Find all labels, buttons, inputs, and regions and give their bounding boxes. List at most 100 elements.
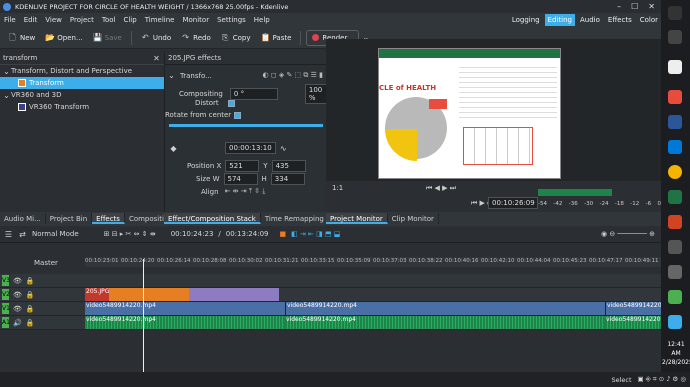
layout-color[interactable]: Color (637, 14, 661, 26)
tab-project-monitor[interactable]: Project Monitor (326, 213, 388, 224)
edge-icon[interactable] (668, 140, 682, 154)
search-icon[interactable] (668, 30, 682, 44)
rotate-checkbox[interactable] (234, 111, 242, 119)
view-tools[interactable]: ◉ ⊖ ─────── ⊕ (601, 230, 661, 238)
tab-time-remapping[interactable]: Time Remapping (261, 213, 329, 224)
image-clip[interactable]: 205.JPG (85, 288, 109, 301)
size-w-field[interactable]: 574 (223, 173, 258, 185)
layout-logging[interactable]: Logging (509, 14, 543, 26)
copy-button[interactable]: ⎘ Copy (217, 30, 255, 45)
track-header-v3[interactable]: V3 👁 🔒 (0, 274, 85, 288)
audio-clip[interactable]: video5489914220.mp4 (85, 316, 285, 329)
status-icons[interactable]: ▣ ⎆ ⌗ ⊙ ♪ ⚙ ◎ (638, 375, 687, 384)
maximize-icon[interactable]: ☐ (631, 2, 638, 11)
clear-icon[interactable]: ✕ (152, 54, 161, 63)
lock-icon[interactable]: 🔒 (26, 305, 35, 313)
video-clip[interactable]: video5489914220.mp4 (605, 302, 661, 315)
effects-search-input[interactable]: transform (3, 54, 152, 62)
track-header-v2[interactable]: V2 👁 🔒 (0, 288, 85, 302)
track-a1[interactable]: video5489914220.mp4 video5489914220.mp4 … (85, 316, 661, 330)
effect-group[interactable]: ⌄ VR360 and 3D (0, 89, 164, 101)
tab-effect-stack[interactable]: Effect/Composition Stack (164, 213, 261, 224)
menu-settings[interactable]: Settings (217, 16, 246, 24)
insert-tools[interactable]: ◧ ⇥ ⇤ ◨ ⬒ ⬓ (291, 230, 340, 238)
color-tool-icon[interactable]: ■ (279, 230, 286, 238)
menu-view[interactable]: View (45, 16, 62, 24)
chrome-icon[interactable] (668, 165, 682, 179)
tab-clip-monitor[interactable]: Clip Monitor (388, 213, 439, 224)
menu-tool[interactable]: Tool (102, 16, 116, 24)
eye-icon[interactable]: 👁 (13, 305, 22, 313)
widgets-icon[interactable] (668, 6, 682, 20)
menu-file[interactable]: File (4, 16, 16, 24)
distort-checkbox[interactable] (227, 99, 235, 107)
tab-effects[interactable]: Effects (92, 213, 125, 224)
select-tool[interactable]: Select (611, 376, 631, 384)
new-button[interactable]: 🗋 New (4, 30, 39, 45)
layout-effects[interactable]: Effects (605, 14, 635, 26)
audio-clip[interactable]: video5489914220.mp4 (605, 316, 661, 329)
position-x-field[interactable]: 521 (225, 160, 260, 172)
keyframe-icon[interactable]: ◆ (169, 144, 178, 153)
track-v3[interactable] (85, 274, 661, 288)
powerpoint-icon[interactable] (668, 215, 682, 229)
timeline-playhead[interactable] (143, 259, 144, 372)
size-h-field[interactable]: 334 (270, 173, 305, 185)
save-button[interactable]: 💾 Save (89, 30, 126, 45)
effect-item[interactable]: VR360 Transform (0, 101, 164, 113)
app-icon[interactable] (668, 240, 682, 254)
excel-icon[interactable] (668, 190, 682, 204)
lock-icon[interactable]: 🔒 (26, 319, 35, 327)
track-header-a1[interactable]: A1 🔊 🔒 (0, 316, 85, 330)
effect-item[interactable]: Transform (0, 77, 164, 89)
system-clock[interactable]: 12:41 AM 2/28/2025 (662, 340, 690, 367)
redo-button[interactable]: ↷ Redo (177, 30, 215, 45)
curve-icon[interactable]: ∿ (279, 144, 288, 153)
track-v1[interactable]: video5489914220.mp4 video5489914220.mp4 … (85, 302, 661, 316)
menu-project[interactable]: Project (70, 16, 94, 24)
app-icon[interactable] (668, 315, 682, 329)
lock-icon[interactable]: 🔒 (26, 277, 35, 285)
video-clip[interactable]: video5489914220.mp4 (285, 302, 605, 315)
menu-timeline[interactable]: Timeline (145, 16, 175, 24)
compositing-field[interactable]: 0 ° (229, 88, 278, 100)
tracks-menu-icon[interactable]: ☰ (4, 230, 13, 239)
tab-audio-mixer[interactable]: Audio Mi... (0, 213, 46, 224)
speaker-icon[interactable]: 🔊 (13, 319, 22, 327)
monitor-timecode[interactable]: 00:10:26:09 (488, 197, 538, 209)
paste-button[interactable]: 📋 Paste (257, 30, 296, 45)
track-header-v1[interactable]: V1 👁 🔒 (0, 302, 85, 316)
eye-icon[interactable]: 👁 (13, 277, 22, 285)
keyframe-timecode[interactable]: 00:00:13:10 (225, 142, 276, 154)
word-icon[interactable] (668, 115, 682, 129)
layout-audio[interactable]: Audio (577, 14, 603, 26)
timeline-tools[interactable]: ⊞ ⊟ ▸ ✂ ⇔ ⇕ ⇼ (104, 230, 156, 238)
app-icon[interactable] (668, 60, 682, 74)
tab-project-bin[interactable]: Project Bin (46, 213, 93, 224)
undo-button[interactable]: ↶ Undo (137, 30, 175, 45)
minimize-icon[interactable]: – (617, 2, 621, 11)
position-y-field[interactable]: 435 (271, 160, 306, 172)
menu-help[interactable]: Help (254, 16, 270, 24)
video-clip[interactable]: video5489914220.mp4 (85, 302, 285, 315)
zoom-selector[interactable]: 1:1 (332, 184, 343, 192)
lock-icon[interactable]: 🔒 (26, 291, 35, 299)
image-clip-thumb[interactable] (109, 288, 189, 301)
layout-editing[interactable]: Editing (544, 13, 576, 26)
track-v2[interactable]: 205.JPG (85, 288, 661, 302)
close-icon[interactable]: ✕ (648, 2, 655, 11)
chevron-down-icon[interactable]: ⌄ (167, 71, 176, 80)
eye-icon[interactable]: 👁 (13, 291, 22, 299)
keyframe-slider[interactable] (169, 124, 323, 127)
audio-clip[interactable]: video5489914220.mp4 (285, 316, 605, 329)
menu-monitor[interactable]: Monitor (182, 16, 209, 24)
app-icon[interactable] (668, 290, 682, 304)
effect-group[interactable]: ⌄ Transform, Distort and Perspective (0, 65, 164, 77)
align-buttons[interactable]: ⇤ ⇹ ⇥ ⤒ ⇳ ⤓ (225, 187, 266, 196)
menu-edit[interactable]: Edit (24, 16, 38, 24)
app-icon[interactable] (668, 90, 682, 104)
open-button[interactable]: 📂 Open... (41, 30, 86, 45)
timeline-ruler[interactable]: 00:10:23:01 00:10:24:20 00:10:26:14 00:1… (85, 257, 661, 267)
app-icon[interactable] (668, 265, 682, 279)
edit-mode-select[interactable]: Normal Mode (32, 230, 79, 238)
